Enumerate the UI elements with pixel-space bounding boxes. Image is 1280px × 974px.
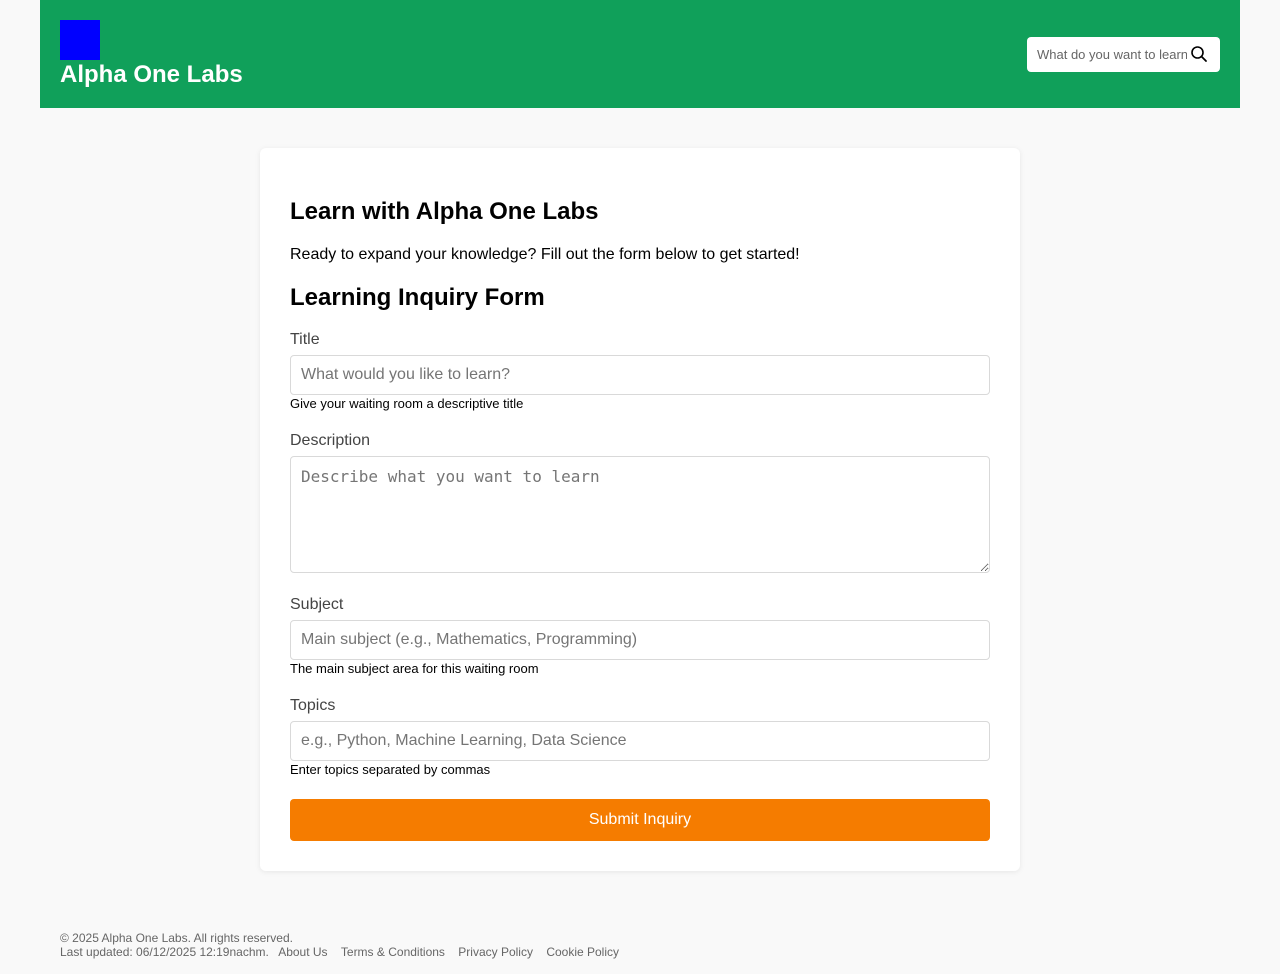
copyright-text: © 2025 Alpha One Labs. All rights reserv… — [60, 931, 293, 945]
footer-link-terms[interactable]: Terms & Conditions — [341, 945, 445, 959]
subject-input[interactable] — [290, 620, 990, 660]
description-label: Description — [290, 432, 371, 449]
subject-label: Subject — [290, 596, 344, 613]
title-label: Title — [290, 331, 320, 348]
site-header: Alpha One Labs — [40, 0, 1240, 108]
footer-link-cookie[interactable]: Cookie Policy — [546, 945, 619, 959]
search-input[interactable] — [1027, 37, 1187, 72]
title-input[interactable] — [290, 355, 990, 395]
last-updated-text: Last updated: 06/12/2025 12:19nachm. — [60, 945, 269, 959]
submit-inquiry-button[interactable]: Submit Inquiry — [290, 799, 990, 841]
footer-link-privacy[interactable]: Privacy Policy — [458, 945, 533, 959]
topics-input[interactable] — [290, 721, 990, 761]
page-title: Learn with Alpha One Labs — [290, 198, 599, 225]
footer-link-about[interactable]: About Us — [278, 945, 327, 959]
description-textarea[interactable] — [290, 456, 990, 573]
topics-label: Topics — [290, 697, 336, 714]
form-title: Learning Inquiry Form — [290, 284, 545, 311]
search-icon[interactable] — [1190, 45, 1208, 63]
logo[interactable] — [60, 20, 100, 60]
title-help: Give your waiting room a descriptive tit… — [290, 396, 524, 411]
search-bar — [1027, 37, 1220, 72]
site-footer: © 2025 Alpha One Labs. All rights reserv… — [60, 931, 619, 959]
intro-text: Ready to expand your knowledge? Fill out… — [290, 246, 800, 263]
brand-name[interactable]: Alpha One Labs — [60, 61, 243, 89]
subject-help: The main subject area for this waiting r… — [290, 661, 539, 676]
inquiry-card: Learn with Alpha One Labs Ready to expan… — [260, 148, 1020, 871]
topics-help: Enter topics separated by commas — [290, 762, 491, 777]
